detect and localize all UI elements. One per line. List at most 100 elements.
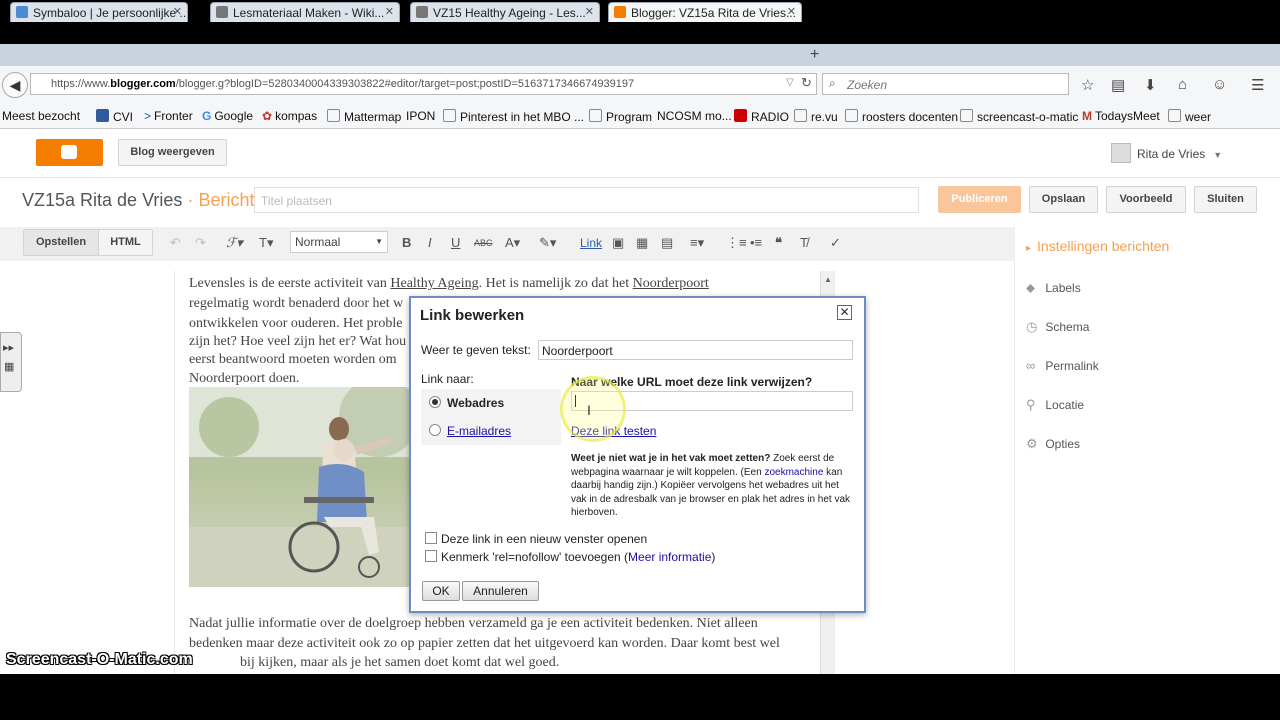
quote-icon[interactable]: ❝ [775, 235, 782, 251]
menu-icon[interactable]: ☰ [1251, 76, 1264, 94]
chat-icon[interactable]: ☺ [1212, 76, 1227, 93]
screencast-widget[interactable]: ▸▸ ▦ [0, 332, 22, 392]
bookmark-fronter[interactable]: > Fronter [144, 109, 193, 123]
cvi-icon [96, 109, 109, 122]
back-icon[interactable]: ◀ [2, 72, 28, 98]
video-icon[interactable]: ▦ [636, 235, 648, 251]
sidebar-item-options[interactable]: ⚙ Opties [1026, 436, 1080, 452]
sidebar-item-location[interactable]: ⚲ Locatie [1026, 397, 1084, 413]
sidebar-item-schedule[interactable]: ◷ Schema [1026, 319, 1089, 335]
close-tab-icon[interactable]: ✕ [585, 5, 594, 18]
sidebar-item-permalink[interactable]: ∞ Permalink [1026, 358, 1099, 373]
email-address-radio[interactable]: E-mailadres [429, 424, 511, 438]
display-text-input[interactable]: Noorderpoort [538, 340, 853, 360]
bookmark-kompas[interactable]: ✿ kompas [262, 109, 317, 123]
bookmark-ipon[interactable]: IPON [406, 109, 435, 123]
reading-list-icon[interactable]: ▤ [1111, 76, 1125, 94]
page-icon [1168, 109, 1181, 122]
search-input[interactable]: Zoeken [822, 73, 1069, 95]
blogger-logo[interactable] [36, 139, 103, 166]
page-icon [327, 109, 340, 122]
bookmark-roosters[interactable]: roosters docenten [845, 109, 958, 124]
post-settings-heading[interactable]: ▸ Instellingen berichten [1026, 238, 1169, 254]
preview-button[interactable]: Voorbeeld [1106, 186, 1186, 213]
radio-icon [429, 424, 441, 436]
close-tab-icon[interactable]: ✕ [385, 5, 394, 18]
tab-blogger[interactable]: Blogger: VZ15a Rita de Vries... ✕ [608, 2, 802, 22]
todaysmeet-icon: M [1082, 109, 1092, 123]
home-icon[interactable]: ⌂ [1178, 76, 1187, 93]
scroll-up-icon[interactable]: ▲ [824, 275, 832, 284]
avatar [1111, 143, 1131, 163]
download-icon[interactable]: ⬇ [1144, 76, 1157, 94]
bookmark-pinterest[interactable]: Pinterest in het MBO ... [443, 109, 584, 124]
align-icon[interactable]: ≡▾ [690, 235, 704, 251]
close-button[interactable]: Sluiten [1194, 186, 1257, 213]
search-engine-link[interactable]: zoekmachine [764, 467, 823, 478]
close-tab-icon[interactable]: ✕ [787, 5, 796, 18]
html-mode-button[interactable]: HTML [98, 229, 153, 256]
image-icon[interactable]: ▣ [612, 235, 624, 251]
bookmark-screencast[interactable]: screencast-o-matic [960, 109, 1078, 124]
chevron-down-icon: ▼ [1213, 150, 1223, 160]
save-button[interactable]: Opslaan [1029, 186, 1098, 213]
bullet-list-icon[interactable]: •≡ [750, 235, 762, 250]
bookmark-program[interactable]: Program [589, 109, 652, 124]
bookmark-cvi[interactable]: CVI [96, 109, 133, 124]
checkbox-icon [425, 550, 437, 562]
bookmark-revu[interactable]: re.vu [794, 109, 838, 124]
bookmark-radio[interactable]: RADIO [734, 109, 789, 124]
clear-format-icon[interactable]: T̸ [800, 235, 808, 250]
page-title: VZ15a Rita de Vries · Bericht [22, 190, 255, 210]
paragraph-2-line: bij kijken, maar als je het samen doet k… [240, 655, 560, 670]
help-text: Weet je niet wat je in het vak moet zett… [571, 453, 851, 518]
undo-icon[interactable]: ↶ [170, 235, 181, 251]
underline-icon[interactable]: U [451, 235, 460, 250]
bookmark-meest-bezocht[interactable]: Meest bezocht [2, 109, 80, 123]
format-select[interactable]: Normaal ▼ [290, 231, 388, 253]
dropdown-icon[interactable]: ▽ [786, 77, 794, 88]
sidebar-item-labels[interactable]: ⬥ Labels [1026, 280, 1081, 296]
italic-icon[interactable]: I [428, 235, 432, 250]
compose-mode-button[interactable]: Opstellen [23, 229, 99, 256]
spellcheck-icon[interactable]: ✓ [830, 235, 841, 251]
bookmark-google[interactable]: G Google [202, 109, 253, 123]
new-tab-icon[interactable]: + [810, 46, 819, 64]
location-pin-icon: ⚲ [1026, 397, 1036, 412]
post-image[interactable] [189, 387, 411, 587]
close-icon[interactable]: ✕ [837, 305, 852, 320]
nofollow-checkbox[interactable]: Kenmerk 'rel=nofollow' toevoegen (Meer i… [425, 550, 715, 564]
new-window-checkbox[interactable]: Deze link in een nieuw venster openen [425, 532, 647, 546]
link-button[interactable]: Link [580, 236, 602, 250]
strikethrough-icon[interactable]: ABC [474, 238, 493, 248]
tab-symbaloo[interactable]: Symbaloo | Je persoonlijke ... ✕ [10, 2, 188, 22]
tab-lesmateriaal[interactable]: Lesmateriaal Maken - Wiki... ✕ [210, 2, 400, 22]
highlight-icon[interactable]: ✎▾ [539, 235, 556, 251]
more-info-link[interactable]: Meer informatie [628, 550, 711, 564]
font-family-icon[interactable]: ℱ▾ [226, 235, 243, 251]
redo-icon[interactable]: ↷ [195, 235, 206, 251]
url-bar[interactable]: https://www.blogger.com/blogger.g?blogID… [30, 73, 817, 95]
user-menu[interactable]: Rita de Vries ▼ [1111, 143, 1222, 163]
star-icon[interactable]: ☆ [1081, 76, 1094, 94]
bookmark-weer[interactable]: weer [1168, 109, 1211, 124]
close-tab-icon[interactable]: ✕ [173, 5, 182, 18]
bookmark-ncosm[interactable]: NCOSM mo... [657, 109, 732, 123]
ok-button[interactable]: OK [422, 581, 460, 601]
bookmark-mattermap[interactable]: Mattermap [327, 109, 401, 124]
numbered-list-icon[interactable]: ⋮≡ [726, 235, 747, 251]
bold-icon[interactable]: B [402, 235, 411, 250]
web-address-radio[interactable]: Webadres [429, 396, 504, 410]
publish-button[interactable]: Publiceren [938, 186, 1021, 213]
tab-vz15[interactable]: VZ15 Healthy Ageing - Les... ✕ [410, 2, 600, 22]
cancel-button[interactable]: Annuleren [462, 581, 539, 601]
text-color-icon[interactable]: A▾ [505, 235, 520, 251]
jump-break-icon[interactable]: ▤ [661, 235, 673, 251]
font-size-icon[interactable]: T▾ [259, 235, 273, 251]
view-blog-button[interactable]: Blog weergeven [118, 139, 227, 166]
bookmark-todaysmeet[interactable]: M TodaysMeet [1082, 109, 1160, 123]
reload-icon[interactable]: ↻ [801, 75, 812, 91]
checkbox-icon [425, 532, 437, 544]
favicon-icon [614, 6, 626, 18]
post-title-input[interactable]: Titel plaatsen [254, 187, 919, 213]
